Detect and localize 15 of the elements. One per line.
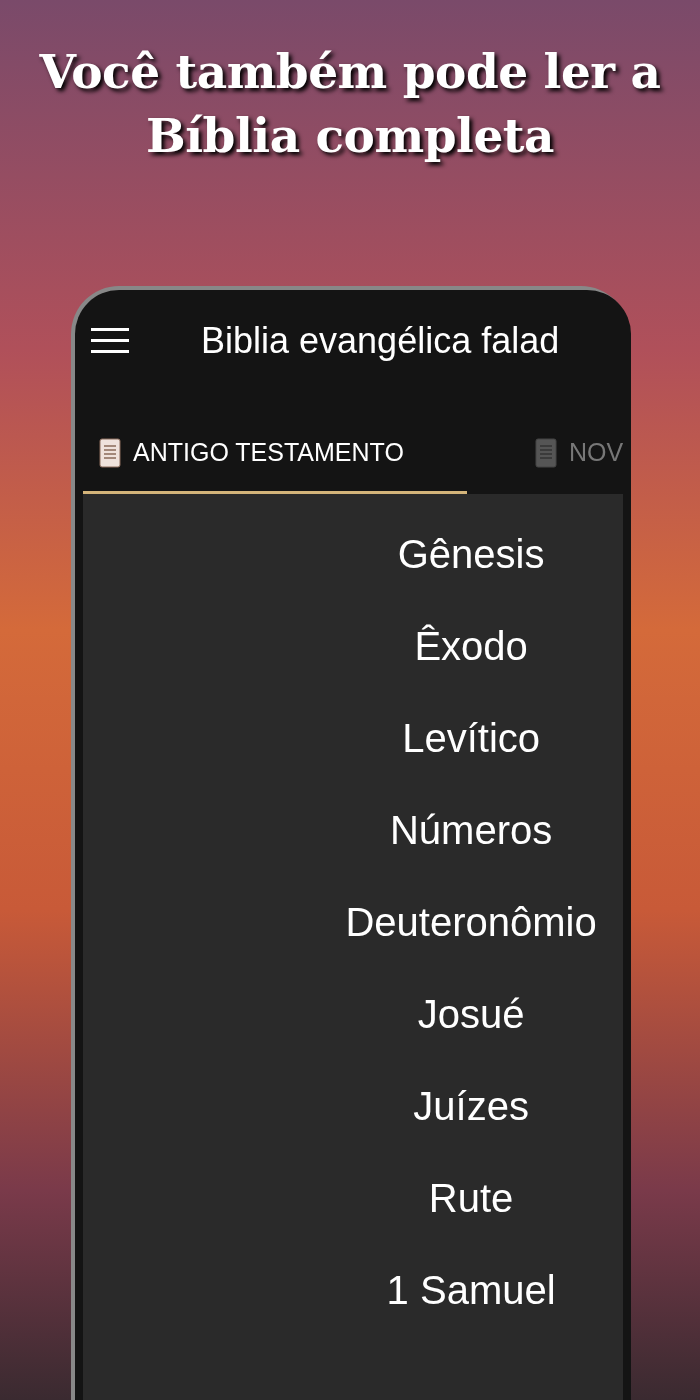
menu-icon[interactable] bbox=[91, 328, 129, 354]
book-item[interactable]: Deuteronômio bbox=[319, 876, 624, 968]
tab[interactable]: NOV bbox=[519, 414, 624, 494]
book-item[interactable]: Levítico bbox=[319, 692, 624, 784]
book-item[interactable]: Juízes bbox=[319, 1060, 624, 1152]
headline: Você também pode ler a Bíblia completa bbox=[38, 43, 662, 165]
book-item[interactable]: 1 Samuel bbox=[319, 1244, 624, 1336]
book-item[interactable]: Êxodo bbox=[319, 600, 624, 692]
book-item[interactable]: Josué bbox=[319, 968, 624, 1060]
book-item[interactable]: Gênesis bbox=[319, 508, 624, 600]
book-item[interactable]: Números bbox=[319, 784, 624, 876]
app-title: Biblia evangélica falad bbox=[201, 319, 560, 363]
book-item[interactable]: Rute bbox=[319, 1152, 624, 1244]
scroll-icon bbox=[97, 436, 123, 469]
scroll-icon bbox=[533, 436, 559, 469]
